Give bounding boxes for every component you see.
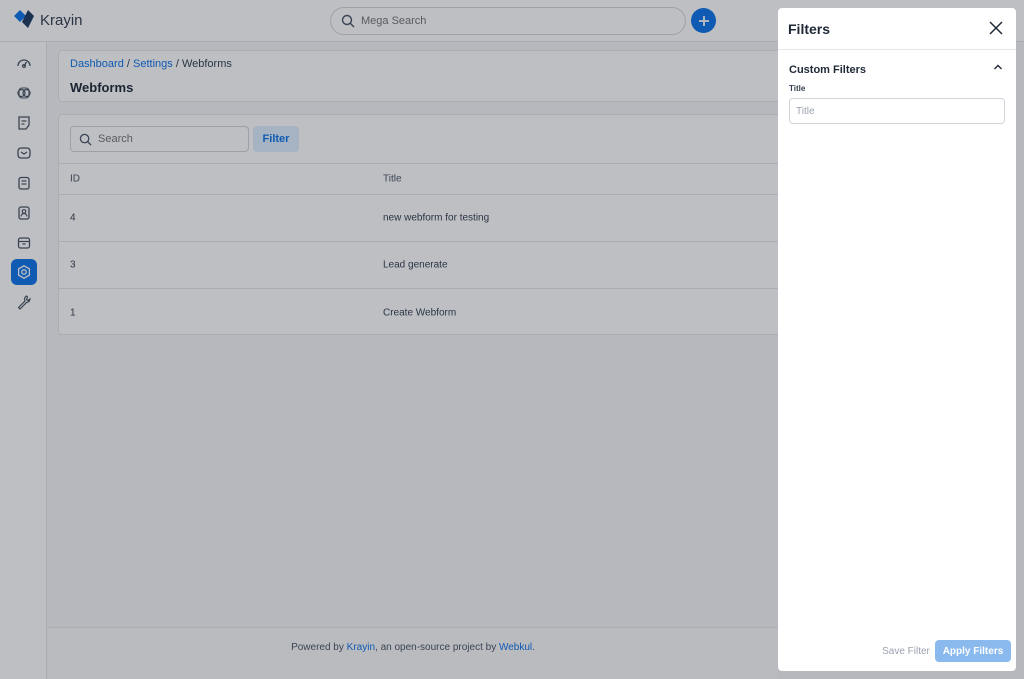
chevron-up-icon[interactable] xyxy=(991,60,1005,74)
custom-filters-title: Custom Filters xyxy=(789,64,867,76)
filters-drawer: Filters Custom Filters Title Save Filter… xyxy=(778,8,1016,671)
drawer-title: Filters xyxy=(788,21,831,37)
close-icon xyxy=(989,21,1003,35)
apply-filters-button[interactable]: Apply Filters xyxy=(935,640,1011,662)
title-filter-input[interactable] xyxy=(789,98,1005,124)
close-drawer-button[interactable] xyxy=(986,18,1006,38)
drawer-header: Filters xyxy=(778,8,1016,50)
title-field-label: Title xyxy=(789,84,806,93)
save-filter-button[interactable]: Save Filter xyxy=(878,640,934,662)
custom-filters-header[interactable]: Custom Filters xyxy=(789,60,1005,76)
